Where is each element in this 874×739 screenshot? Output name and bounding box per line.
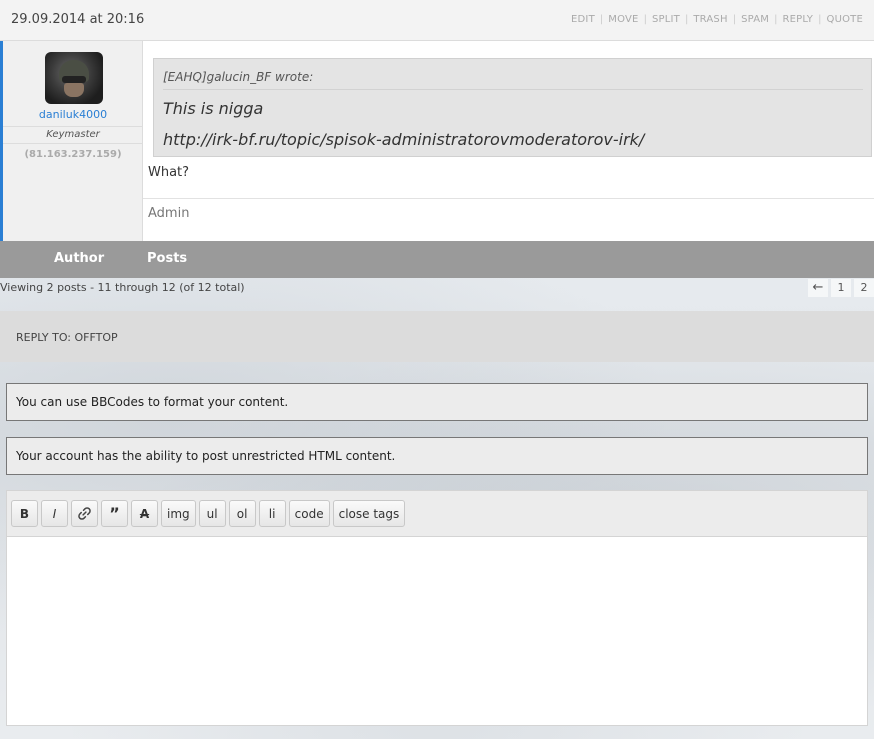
link-button[interactable] (71, 500, 98, 527)
link-icon (78, 507, 91, 520)
post-signature: Admin (148, 206, 190, 221)
signature-divider (143, 198, 874, 199)
reply-link[interactable]: REPLY (782, 14, 813, 25)
bbcodes-notice: You can use BBCodes to format your conte… (6, 383, 868, 421)
author-ip: (81.163.237.159) (24, 149, 122, 160)
bold-button[interactable]: B (11, 500, 38, 527)
separator: | (818, 14, 822, 25)
trash-link[interactable]: TRASH (693, 14, 727, 25)
code-button[interactable]: code (288, 500, 330, 527)
avatar-goggles (62, 76, 86, 83)
move-link[interactable]: MOVE (608, 14, 638, 25)
ul-button[interactable]: ul (198, 500, 226, 527)
html-notice-text: Your account has the ability to post unr… (16, 449, 396, 463)
quote-author: [EAHQ]galucin_BF wrote: (163, 70, 314, 84)
reply-form-header: REPLY TO: OFFTOP (0, 311, 874, 362)
pagination-count: Viewing 2 posts - 11 through 12 (of 12 t… (0, 281, 245, 294)
strikethrough-button[interactable]: A (131, 500, 158, 527)
bbcodes-notice-text: You can use BBCodes to format your conte… (16, 395, 289, 409)
editor-toolbar: B I ” A img ul ol li code close tags (6, 490, 868, 536)
topic-list-footer: Author Posts (0, 241, 874, 278)
close-tags-button[interactable]: close tags (332, 500, 406, 527)
italic-button[interactable]: I (41, 500, 68, 527)
blockquote: [EAHQ]galucin_BF wrote: This is nigga ht… (153, 58, 872, 157)
separator: | (599, 14, 604, 25)
post-date: 29.09.2014 at 20:16 (11, 12, 145, 27)
ol-button[interactable]: ol (228, 500, 256, 527)
edit-link[interactable]: EDIT (571, 14, 595, 25)
split-link[interactable]: SPLIT (652, 14, 680, 25)
footer-posts-label: Posts (147, 251, 188, 266)
page-link-2: 2 (854, 279, 874, 297)
reply-title: REPLY TO: OFFTOP (16, 331, 118, 344)
post-content: [EAHQ]galucin_BF wrote: This is nigga ht… (143, 41, 874, 241)
separator: | (643, 14, 647, 25)
avatar[interactable] (45, 52, 103, 104)
avatar-face (64, 83, 84, 97)
quote-link[interactable]: QUOTE (827, 14, 864, 25)
prev-page-link[interactable]: ← (808, 279, 828, 297)
reply-textarea[interactable] (6, 536, 868, 726)
html-notice: Your account has the ability to post unr… (6, 437, 868, 475)
separator: | (774, 14, 778, 25)
img-button[interactable]: img (161, 500, 196, 527)
author-role: Keymaster (3, 126, 143, 144)
post-author: daniluk4000 Keymaster (81.163.237.159) (0, 41, 143, 241)
post-admin-links: EDIT | MOVE | SPLIT | TRASH | SPAM | REPLY | Q… (571, 14, 863, 25)
post-text: What? (148, 165, 190, 180)
spam-link[interactable]: SPAM (741, 14, 769, 25)
author-name-link[interactable]: daniluk4000 (3, 108, 143, 121)
pagination-links: ← 1 2 (808, 279, 874, 297)
quote-text: This is nigga (163, 99, 264, 118)
li-button[interactable]: li (258, 500, 286, 527)
post-header: 29.09.2014 at 20:16 EDIT | MOVE | SPLIT | T… (0, 0, 874, 41)
quote-divider (163, 89, 863, 90)
separator: | (732, 14, 737, 25)
quote-link[interactable]: http://irk-bf.ru/topic/spisok-administra… (163, 130, 644, 149)
separator: | (684, 14, 689, 25)
page-link-1[interactable]: 1 (831, 279, 851, 297)
footer-author-label: Author (54, 251, 105, 266)
quote-button[interactable]: ” (101, 500, 128, 527)
